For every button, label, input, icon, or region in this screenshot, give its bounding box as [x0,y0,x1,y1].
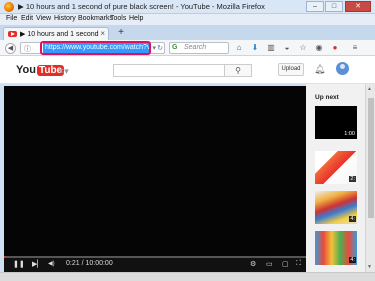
download-icon[interactable]: ⬇ [250,43,260,53]
video-thumbnail-4[interactable]: 4: [315,231,357,265]
volume-icon[interactable]: ◀) [48,260,55,267]
identity-icon[interactable]: ⓘ [24,44,31,54]
search-placeholder: Search [184,44,207,51]
next-icon[interactable]: ▶▏ [32,260,43,268]
video-player[interactable] [4,86,306,272]
fullscreen-icon[interactable]: ⛶ [296,260,301,268]
scroll-down-icon[interactable]: ▼ [367,264,372,270]
settings-icon[interactable]: ⚙ [250,260,256,268]
dropdown-icon[interactable]: ▾ [152,44,156,52]
theater-icon[interactable]: ▭ [266,260,273,268]
logo-you: You [16,64,36,76]
account-avatar[interactable] [336,62,349,75]
search-engine-icon[interactable]: G [172,44,177,51]
youtube-header: You Tube ≡▾ ⚲ Upload 🔔︎ [0,56,375,84]
duration: 10:00:00 [85,260,113,267]
youtube-search-button[interactable]: ⚲ [224,64,252,77]
video-thumbnail-3[interactable]: 4: [315,191,357,224]
search-bar[interactable]: G Search [169,42,229,54]
menu-history[interactable]: History [54,15,76,22]
thumb-duration: 4: [349,216,356,222]
video-thumbnail-2[interactable]: 2: [315,151,357,184]
menu-edit[interactable]: Edit [21,15,33,22]
thumb-duration: 1:00 [343,131,356,137]
maximize-button[interactable]: □ [325,1,343,12]
up-next-heading: Up next [315,94,339,101]
home-icon[interactable]: ⌂ [234,43,244,53]
notifications-bell-icon[interactable]: 🔔︎ [314,64,325,75]
menu-tools[interactable]: Tools [110,15,126,22]
minimize-button[interactable]: – [306,1,324,12]
back-icon[interactable]: ◀ [5,43,16,54]
guide-menu-icon[interactable]: ≡▾ [59,66,69,77]
library-icon[interactable]: ▥ [266,43,276,53]
youtube-favicon-icon [8,31,17,37]
firefox-icon [4,2,14,12]
pause-icon[interactable]: ❚❚ [13,260,25,268]
menu-view[interactable]: View [36,15,51,22]
scrollbar-thumb[interactable] [368,98,374,218]
addon-icon[interactable]: ● [330,43,340,53]
menu-file[interactable]: File [6,15,17,22]
tab-label: ▶ 10 hours and 1 second o... [20,31,100,38]
thumb-duration: 4: [349,257,356,263]
progress-bar[interactable] [4,256,306,258]
menu-bookmarks[interactable]: Bookmarks [78,15,113,22]
hamburger-menu-icon[interactable]: ≡ [350,43,360,53]
tab-youtube[interactable]: ▶ 10 hours and 1 second o... × [3,27,109,40]
time-display: 0:21 / 10:00:00 [66,260,113,267]
reload-icon[interactable]: ↻ [157,44,163,52]
tab-strip: ▶ 10 hours and 1 second o... × + [0,25,375,40]
progress-fill [4,256,6,258]
horizontal-scrollbar[interactable] [0,272,375,281]
chat-icon[interactable]: ◉ [314,43,324,53]
youtube-search-input[interactable] [113,64,225,77]
window-title: ▶ 10 hours and 1 second of pure black sc… [18,2,265,11]
url-annotation-highlight [40,41,151,55]
pocket-icon[interactable]: ◒ [282,43,292,53]
tab-close-icon[interactable]: × [100,29,105,38]
window-titlebar: ▶ 10 hours and 1 second of pure black sc… [0,0,375,14]
close-button[interactable]: ✕ [345,1,371,12]
video-thumbnail-1[interactable]: 1:00 [315,106,357,139]
bookmark-icon[interactable]: ☆ [298,43,308,53]
upload-button[interactable]: Upload [278,63,304,76]
player-controls: ❚❚ ▶▏ ◀) 0:21 / 10:00:00 ⚙ ▭ ▢ ⛶ [4,256,306,272]
menu-help[interactable]: Help [129,15,143,22]
menu-bar: File Edit View History Bookmarks Tools H… [0,14,375,25]
thumb-duration: 2: [349,176,356,182]
cast-icon[interactable]: ▢ [282,260,289,268]
scroll-up-icon[interactable]: ▲ [367,86,372,92]
youtube-logo[interactable]: You Tube [16,64,65,76]
page-scrollbar[interactable]: ▲ ▼ [365,84,375,272]
current-time: 0:21 [66,260,80,267]
new-tab-button[interactable]: + [115,28,127,39]
